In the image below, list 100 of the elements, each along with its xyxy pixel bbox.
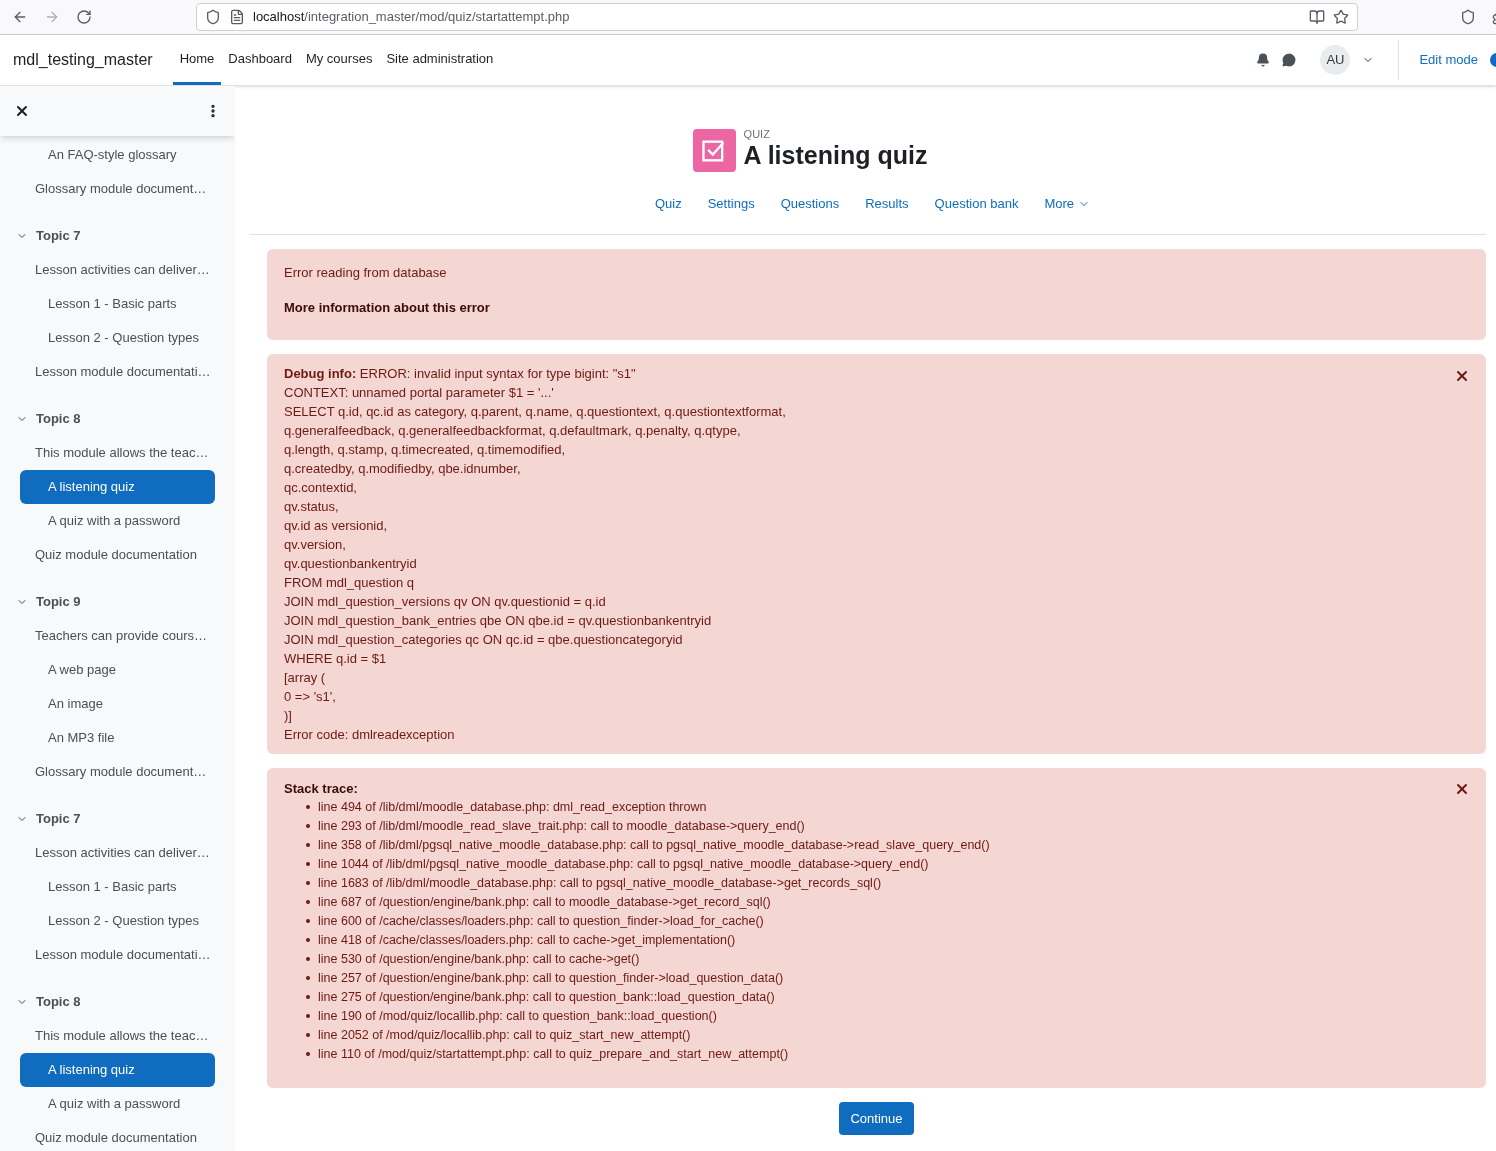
page-title: A listening quiz [743, 140, 928, 172]
topic-heading[interactable]: Topic 8 [36, 409, 81, 429]
debug-line: JOIN mdl_question_bank_entries qbe ON qbe.id = qv.questionbankentryid [284, 611, 712, 630]
sidebar-item[interactable]: Lesson activities can deliver… [20, 253, 215, 287]
sidebar-item[interactable]: An image [20, 687, 215, 721]
sidebar-item[interactable]: An MP3 file [20, 721, 215, 755]
sidebar-item[interactable]: An FAQ-style glossary [20, 138, 215, 172]
sidebar-item[interactable]: Lesson 1 - Basic parts [20, 287, 215, 321]
debug-line: SELECT q.id, qc.id as category, q.parent, q.name, q.questiontext, q.questiontextformat, [284, 402, 786, 421]
debug-line: Debug info: ERROR: invalid input syntax for type bigint: "s1" [284, 364, 636, 383]
stack-trace-line: line 293 of /lib/dml/moodle_read_slave_trait.php: call to moodle_database->query_end() [318, 817, 805, 835]
reader-view-icon[interactable] [1309, 9, 1325, 25]
notifications-icon[interactable] [1256, 53, 1271, 67]
stack-trace-line: line 494 of /lib/dml/moodle_database.php: dml_read_exception thrown [318, 798, 707, 816]
stack-trace-line: line 687 of /question/engine/bank.php: call to moodle_database->get_record_sql() [318, 893, 771, 911]
sidebar-item[interactable]: Lesson module documentati… [20, 355, 215, 389]
sidebar-item[interactable]: Lesson 1 - Basic parts [20, 870, 215, 904]
sidebar-item[interactable]: Quiz module documentation [20, 1121, 215, 1151]
activity-type-label: QUIZ [743, 129, 771, 141]
topic-heading[interactable]: Topic 7 [36, 226, 81, 246]
topic-heading[interactable]: Topic 8 [36, 992, 81, 1012]
url-text: localhost/integration_master/mod/quiz/startattempt.php [253, 8, 570, 27]
edit-mode-label: Edit mode [1419, 51, 1478, 70]
bullet-icon [306, 938, 310, 942]
site-name[interactable]: mdl_testing_master [13, 48, 153, 72]
secondary-nav-tab[interactable]: Question bank [925, 192, 1028, 218]
bullet-icon [306, 957, 310, 961]
nav-link[interactable]: My courses [298, 35, 380, 85]
debug-line: JOIN mdl_question_versions qv ON qv.questionid = q.id [284, 592, 606, 611]
bullet-icon [306, 919, 310, 923]
sidebar-item[interactable]: A listening quiz [20, 470, 215, 504]
debug-line: qv.status, [284, 497, 339, 516]
stack-trace-heading: Stack trace: [284, 779, 358, 798]
bullet-icon [306, 1014, 310, 1018]
secondary-nav-tab[interactable]: Quiz [645, 192, 691, 218]
debug-line: qv.id as versionid, [284, 516, 388, 535]
debug-line: WHERE q.id = $1 [284, 649, 387, 668]
stack-trace-line: line 275 of /question/engine/bank.php: call to question_bank::load_question_data() [318, 988, 775, 1006]
bullet-icon [306, 824, 310, 828]
stack-trace-line: line 1044 of /lib/dml/pgsql_native_moodle_database.php: call to pgsql_native_moodle_database->query_end() [318, 855, 929, 873]
stack-trace-line: line 418 of /cache/classes/loaders.php: call to cache->get_implementation() [318, 931, 736, 949]
sidebar-item[interactable]: A quiz with a password [20, 1087, 215, 1121]
nav-link[interactable]: Site administration [379, 35, 501, 85]
debug-line: q.createdby, q.modifiedby, qbe.idnumber, [284, 459, 521, 478]
sidebar-item[interactable]: Teachers can provide cours… [20, 619, 215, 653]
more-info-heading: More information about this error [284, 299, 491, 317]
stack-trace-line: line 2052 of /mod/quiz/locallib.php: call to quiz_start_new_attempt() [318, 1026, 691, 1044]
secondary-nav-tab[interactable]: More [1035, 192, 1100, 218]
stack-trace-line: line 257 of /question/engine/bank.php: call to question_finder->load_question_data() [318, 969, 784, 987]
user-avatar[interactable]: AU [1320, 45, 1351, 75]
debug-line: CONTEXT: unnamed portal parameter $1 = '...' [284, 383, 554, 402]
back-icon[interactable] [12, 9, 28, 25]
debug-line: [array ( [284, 668, 326, 687]
debug-line: 0 => 's1', [284, 687, 336, 706]
bullet-icon [306, 862, 310, 866]
nav-link[interactable]: Dashboard [221, 35, 299, 85]
debug-line: FROM mdl_question q [284, 573, 415, 592]
secondary-nav-tab[interactable]: Results [856, 192, 918, 218]
debug-line: qv.questionbankentryid [284, 554, 417, 573]
sidebar-item[interactable]: Lesson 2 - Question types [20, 321, 215, 355]
topic-heading[interactable]: Topic 7 [36, 809, 81, 829]
page-icon [229, 9, 245, 25]
sidebar-item[interactable]: Glossary module document… [20, 755, 215, 789]
sidebar-item[interactable]: A listening quiz [20, 1053, 215, 1087]
continue-button[interactable]: Continue [839, 1101, 914, 1135]
stack-trace-line: line 190 of /mod/quiz/locallib.php: call to question_bank::load_question() [318, 1007, 717, 1025]
stack-trace-line: line 358 of /lib/dml/pgsql_native_moodle_database.php: call to pgsql_native_moodle_database->read_slave_query_end() [318, 836, 990, 854]
topic-heading[interactable]: Topic 9 [36, 592, 81, 612]
bullet-icon [306, 881, 310, 885]
debug-line: Error code: dmlreadexception [284, 725, 455, 744]
error-message: Error reading from database [284, 263, 448, 282]
close-icon[interactable] [14, 103, 30, 119]
address-bar[interactable]: localhost/integration_master/mod/quiz/startattempt.php [196, 3, 1358, 31]
secondary-nav-tab[interactable]: Settings [698, 192, 764, 218]
bookmark-star-icon[interactable] [1333, 9, 1349, 25]
shield-icon [205, 9, 221, 25]
sidebar-item[interactable]: Quiz module documentation [20, 538, 215, 572]
sidebar-item[interactable]: A quiz with a password [20, 504, 215, 538]
debug-line: q.length, q.stamp, q.timecreated, q.timemodified, [284, 440, 566, 459]
messages-icon[interactable] [1282, 53, 1297, 67]
reload-icon[interactable] [76, 9, 92, 25]
bullet-icon [306, 805, 310, 809]
sidebar-item[interactable]: This module allows the teac… [20, 1019, 215, 1053]
sidebar-item[interactable]: Lesson activities can deliver… [20, 836, 215, 870]
secondary-nav-tab[interactable]: Questions [771, 192, 849, 218]
stack-trace-line: line 1683 of /lib/dml/moodle_database.php: call to pgsql_native_moodle_database->get_records_sql() [318, 874, 882, 892]
sidebar-item[interactable]: Lesson module documentati… [20, 938, 215, 972]
debug-line: qc.contextid, [284, 478, 357, 497]
bullet-icon [306, 976, 310, 980]
sidebar-item[interactable]: A web page [20, 653, 215, 687]
debug-line: q.generalfeedback, q.generalfeedbackformat, q.defaultmark, q.penalty, q.qtype, [284, 421, 741, 440]
sidebar-item[interactable]: This module allows the teac… [20, 436, 215, 470]
sidebar-item[interactable]: Glossary module document… [20, 172, 215, 206]
bullet-icon [306, 1033, 310, 1037]
bullet-icon [306, 843, 310, 847]
sidebar-item[interactable]: Lesson 2 - Question types [20, 904, 215, 938]
debug-line: qv.version, [284, 535, 346, 554]
stack-trace-line: line 600 of /cache/classes/loaders.php: call to question_finder->load_for_cache() [318, 912, 764, 930]
quiz-icon [692, 129, 736, 172]
bullet-icon [306, 995, 310, 999]
